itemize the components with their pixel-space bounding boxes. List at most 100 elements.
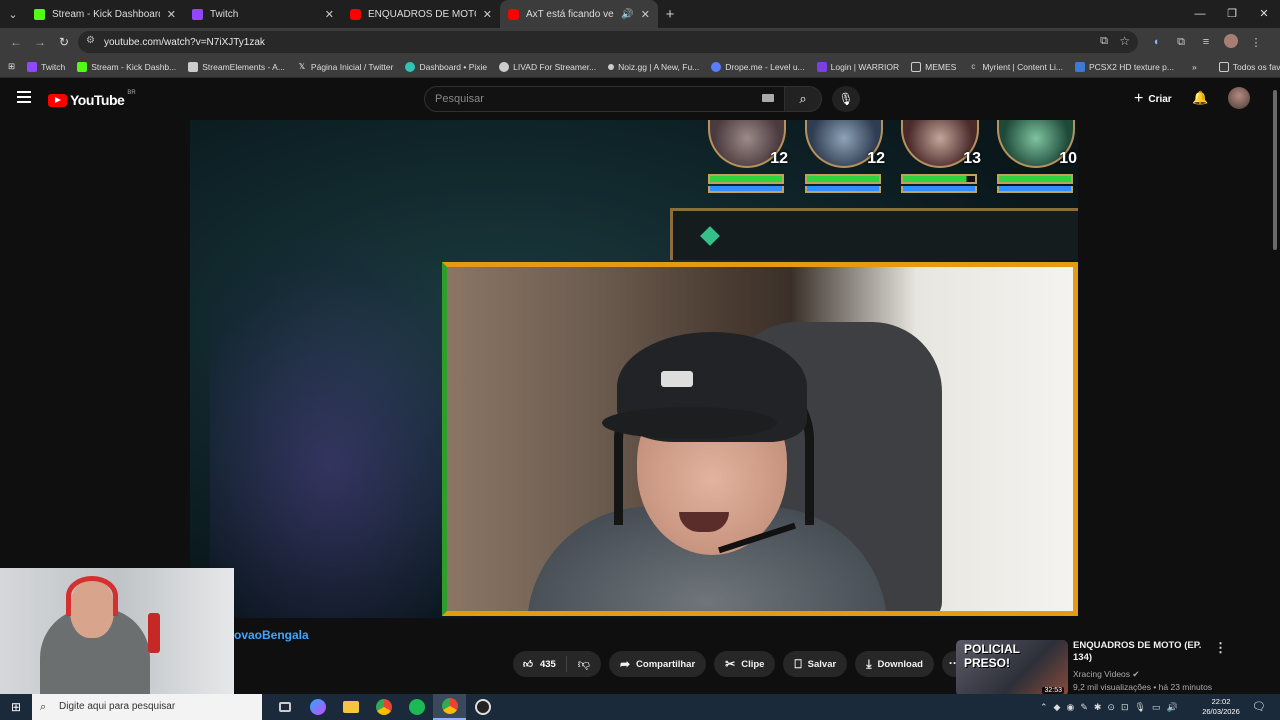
avatar[interactable] [1228,87,1250,109]
bookmark-warrior[interactable]: Login | WARRIOR [811,61,906,72]
bookmark-twitter[interactable]: 𝕏 Página Inicial / Twitter [291,62,400,72]
forward-icon[interactable]: → [28,35,52,49]
youtube-logo[interactable]: YouTube BR [48,90,136,108]
bookmark-myrient[interactable]: c Myrient | Content Li... [962,62,1069,72]
restore-button[interactable]: ❐ [1216,0,1248,28]
new-tab-button[interactable]: + [658,6,682,23]
tray-chevron-icon[interactable]: ⌃ [1040,702,1048,713]
tray-app-icon[interactable]: ⊡ [1121,702,1129,713]
all-bookmarks[interactable]: Todos os favoritos [1213,61,1280,72]
spotify-icon[interactable] [400,694,433,720]
reload-icon[interactable]: ↻ [52,35,76,49]
file-explorer-icon[interactable] [334,694,367,720]
bookmark-noiz[interactable]: Noiz.gg | A New, Fu... [602,62,705,72]
site-info-icon[interactable]: ⚙ [86,35,95,46]
microphone-icon: 🎙 [838,92,854,106]
url-text: youtube.com/watch?v=N7iXJTy1zak [104,36,265,48]
media-controls-icon[interactable]: ≡ [1198,36,1214,48]
notifications-bell-icon[interactable]: 🔔 [1192,90,1208,106]
search-input[interactable]: Pesquisar [424,86,786,112]
chrome-icon[interactable] [367,694,400,720]
bookmark-drope[interactable]: Drope.me - Level u... [705,61,810,72]
bookmark-pcsx2[interactable]: PCSX2 HD texture p... [1069,61,1180,72]
create-button[interactable]: + Criar [1128,86,1178,112]
share-icon: ➦ [619,657,631,671]
video-thumbnail[interactable]: POLICIAL PRESO! 32:53 [956,640,1068,696]
tab-axt-active[interactable]: AxT está ficando velho? Ft... 🔊 ✕ [500,0,658,28]
bookmark-twitch[interactable]: Twitch [21,61,71,72]
youtube-header: YouTube BR Pesquisar ⌕ 🎙 + Criar 🔔 [0,78,1280,120]
close-window-button[interactable]: ✕ [1248,0,1280,28]
taskbar-search-input[interactable]: ⌕ Digite aqui para pesquisar [32,694,262,720]
game-hud: 12 12 13 10 [702,120,1078,210]
bookmark-kick[interactable]: Stream - Kick Dashb... [71,61,182,72]
profile-icon[interactable] [1223,33,1239,51]
system-clock[interactable]: 22:02 26/03/2026 [1198,697,1244,717]
install-app-icon[interactable]: ⧉ [1100,35,1108,48]
bookmark-livad[interactable]: LIVAD For Streamer... [493,61,602,72]
bookmark-star-icon[interactable]: ☆ [1119,34,1130,48]
obs-icon[interactable] [466,694,499,720]
tray-app-icon[interactable]: ⊙ [1107,702,1115,713]
kick-icon [77,61,88,72]
bookmark-memes-folder[interactable]: MEMES [905,61,962,72]
browser-menu-icon[interactable]: ⋮ [1248,36,1264,49]
close-tab-icon[interactable]: ✕ [167,8,176,21]
extension-icon[interactable]: ◖ [1148,36,1164,48]
volume-icon[interactable]: 🔊 [1166,702,1177,713]
border-accent-red [1073,477,1078,616]
chrome-active-icon[interactable] [433,694,466,720]
copilot-icon[interactable] [301,694,334,720]
search-button[interactable]: ⌕ [784,86,822,112]
save-button[interactable]: ⎕ Salvar [783,651,848,677]
mana-bar [901,186,977,193]
tab-enquadros[interactable]: ENQUADROS DE MOTO (EP. 13... ✕ [342,0,500,28]
bluetooth-icon[interactable]: ✱ [1094,702,1102,713]
tab-search-dropdown[interactable]: ⌄ [0,0,26,28]
task-view-icon[interactable] [268,694,301,720]
clip-button[interactable]: ✂ Clipe [714,651,776,677]
notification-center-icon[interactable]: 🗨 [1252,700,1266,713]
close-tab-icon[interactable]: ✕ [641,8,650,21]
minimize-button[interactable]: — [1184,0,1216,28]
network-icon[interactable]: ▭ [1152,702,1161,713]
dislike-button[interactable]: 👎︎ [567,657,601,672]
close-tab-icon[interactable]: ✕ [483,8,492,21]
champion-portrait: 12 [702,120,792,204]
tab-twitch[interactable]: Twitch ✕ [184,0,342,28]
mic-tray-icon[interactable]: 🎙 [1135,702,1146,713]
windows-start-icon[interactable]: ⊞ [0,700,32,714]
health-bar [805,174,881,184]
download-button[interactable]: ⤓ Download [855,651,934,677]
mana-bar [708,186,784,193]
tray-app-icon[interactable]: ◆ [1054,702,1061,713]
back-icon[interactable]: ← [4,35,28,49]
menu-hamburger-icon[interactable] [17,91,31,103]
bookmark-label: Stream - Kick Dashb... [91,61,177,72]
champion-level: 13 [963,150,981,167]
address-bar[interactable]: ⚙ youtube.com/watch?v=N7iXJTy1zak ⧉ ☆ [78,31,1138,53]
close-tab-icon[interactable]: ✕ [325,8,334,21]
bookmark-pixie[interactable]: Dashboard • Pixie [399,61,493,72]
video-title[interactable]: ENQUADROS DE MOTO (EP. 134) [1073,640,1213,664]
bookmark-streamelements[interactable]: StreamElements - A... [182,61,291,72]
scrollbar-thumb[interactable] [1273,90,1277,250]
page-scrollbar[interactable] [1270,78,1280,694]
voice-search-button[interactable]: 🎙 [832,86,860,112]
tab-kick-dashboard[interactable]: Stream - Kick Dashboard ✕ [26,0,184,28]
pixie-icon [405,61,416,72]
share-button[interactable]: ➦ Compartilhar [608,651,707,677]
keyboard-icon[interactable] [762,94,774,102]
discord-icon[interactable]: ◉ [1066,702,1074,713]
more-bookmarks-chevron-icon[interactable]: » [1186,62,1203,72]
video-channel[interactable]: Xracing Videos ✔ [1073,669,1140,680]
kebab-menu-icon[interactable]: ⋮ [1214,640,1227,656]
extensions-puzzle-icon[interactable]: ⧉ [1173,36,1189,49]
tray-app-icon[interactable]: ✎ [1080,702,1088,713]
recommended-video[interactable]: POLICIAL PRESO! 32:53 ENQUADROS DE MOTO … [956,638,1272,696]
channel-name[interactable]: ovaoBengala [234,628,309,642]
streamelements-icon [188,61,199,72]
speaker-icon[interactable]: 🔊 [621,9,633,20]
like-button[interactable]: 👍︎ 435 [513,656,567,672]
apps-grid-icon[interactable]: ⊞ [0,61,21,72]
